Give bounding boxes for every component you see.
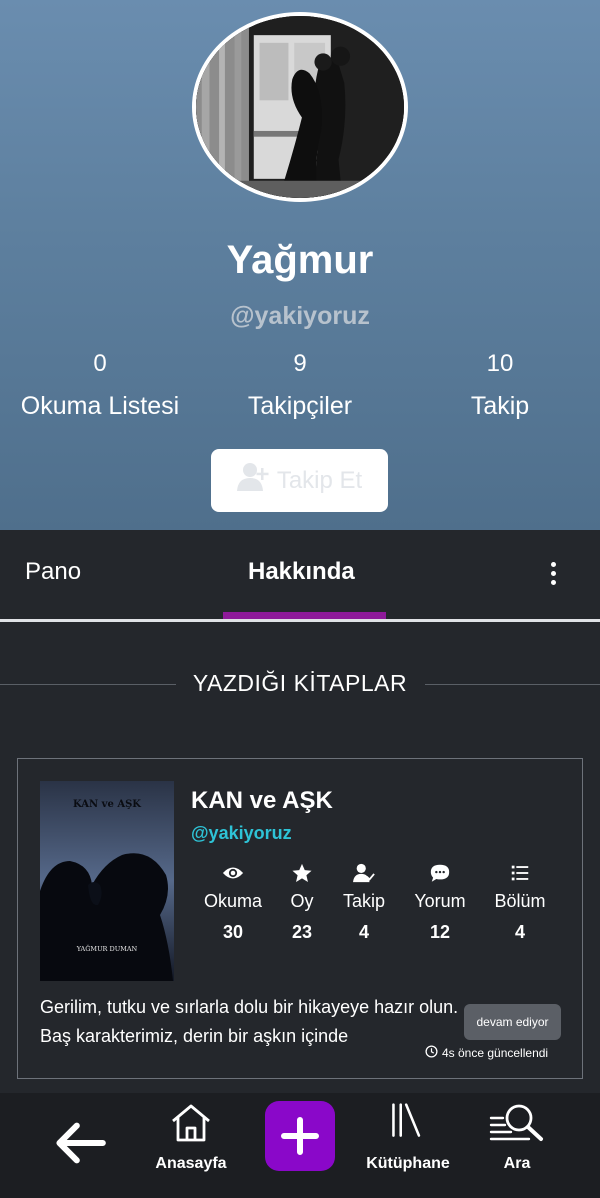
arrow-left-icon — [56, 1122, 106, 1164]
eye-icon — [193, 861, 273, 885]
plus-icon — [281, 1117, 319, 1155]
clock-icon — [425, 1045, 438, 1061]
nav-library[interactable]: Kütüphane — [358, 1093, 458, 1198]
nav-search-label: Ara — [503, 1155, 531, 1172]
user-check-icon — [324, 861, 404, 885]
book-stat-chapters: Bölüm 4 — [480, 861, 560, 943]
book-stat-reads: Okuma 30 — [193, 861, 273, 943]
profile-name: Yağmur — [226, 238, 374, 282]
list-icon — [480, 861, 560, 885]
book-stat-value: 12 — [429, 922, 451, 942]
book-title[interactable]: KAN ve AŞK — [191, 787, 333, 815]
follow-button[interactable]: Takip Et — [211, 449, 388, 512]
back-button[interactable] — [50, 1093, 114, 1198]
book-cover[interactable]: KAN ve AŞK YAĞMUR DUMAN — [40, 781, 174, 981]
follow-button-label: Takip Et — [276, 466, 363, 494]
search-icon — [489, 1104, 543, 1141]
nav-home[interactable]: Anasayfa — [145, 1093, 237, 1198]
book-stat-label: Okuma — [203, 891, 263, 911]
book-stat-label: Yorum — [414, 891, 466, 911]
stat-following[interactable]: 10 Takip — [400, 350, 600, 421]
stat-reading-list[interactable]: 0 Okuma Listesi — [0, 350, 200, 421]
profile-tabs: Pano Hakkında — [0, 530, 600, 622]
book-description: Gerilim, tutku ve sırlarla dolu bir hika… — [40, 997, 459, 1046]
active-tab-indicator — [223, 612, 386, 619]
avatar[interactable] — [192, 12, 408, 202]
stat-label: Takip — [470, 392, 530, 420]
book-stat-comments: Yorum 12 — [400, 861, 480, 943]
stat-label: Okuma Listesi — [20, 392, 180, 420]
bottom-navigation: Anasayfa Kütüphane Ara — [0, 1093, 600, 1198]
stat-followers[interactable]: 9 Takipçiler — [200, 350, 400, 421]
nav-home-label: Anasayfa — [155, 1155, 227, 1172]
nav-search[interactable]: Ara — [484, 1093, 550, 1198]
stat-value: 0 — [93, 350, 107, 377]
add-story-button[interactable] — [265, 1101, 335, 1171]
book-stat-value: 30 — [222, 922, 244, 942]
book-card[interactable]: KAN ve AŞK YAĞMUR DUMAN KAN ve AŞK @yaki… — [17, 758, 583, 1079]
book-stat-label: Bölüm — [494, 891, 546, 911]
book-stat-value: 4 — [358, 922, 369, 942]
book-stat-follows: Takip 4 — [324, 861, 404, 943]
about-content: YAZDIĞI KİTAPLAR KAN ve AŞK YAĞMUR DUMAN… — [0, 625, 600, 1093]
stat-value: 10 — [486, 350, 514, 377]
book-stat-label: Takip — [342, 891, 386, 911]
book-author-link[interactable]: @yakiyoruz — [191, 823, 292, 844]
status-badge: devam ediyor — [464, 1004, 561, 1040]
profile-header: Yağmur @yakiyoruz 0 Okuma Listesi 9 Taki… — [0, 0, 600, 530]
more-options-icon[interactable] — [548, 562, 558, 592]
library-icon — [392, 1103, 421, 1137]
stat-value: 9 — [293, 350, 307, 377]
updated-text: 4s önce güncellendi — [442, 1046, 549, 1060]
tab-pano[interactable]: Pano — [25, 558, 81, 586]
cover-title: KAN ve AŞK — [73, 799, 141, 810]
home-icon — [172, 1104, 210, 1142]
profile-handle: @yakiyoruz — [230, 302, 370, 330]
divider — [425, 684, 600, 685]
add-user-icon — [236, 462, 271, 499]
book-stat-value: 4 — [514, 922, 525, 942]
comment-icon — [400, 861, 480, 885]
stat-label: Takipçiler — [247, 392, 353, 420]
updated-info: 4s önce güncellendi — [425, 1045, 548, 1061]
nav-library-label: Kütüphane — [366, 1155, 450, 1172]
cover-author: YAĞMUR DUMAN — [76, 944, 138, 953]
tab-about[interactable]: Hakkında — [248, 558, 355, 586]
